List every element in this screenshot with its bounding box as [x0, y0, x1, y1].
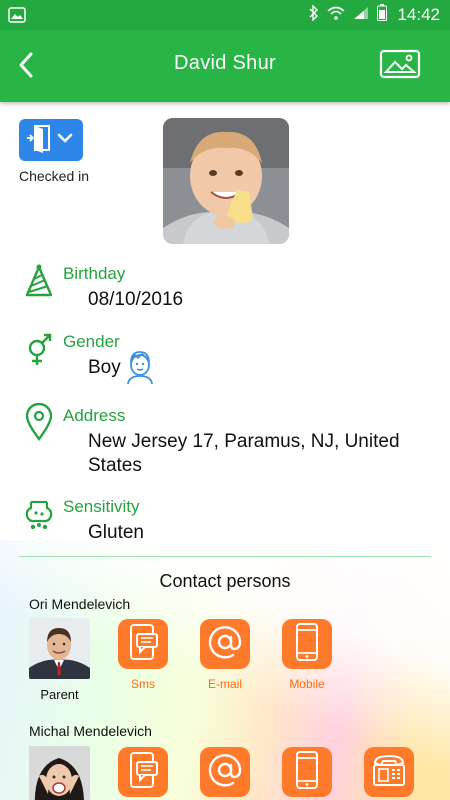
sms-icon: [126, 623, 160, 666]
contact-avatar[interactable]: [29, 746, 90, 800]
app-bar: David Shur: [0, 30, 450, 102]
wifi-icon: [327, 5, 345, 25]
contact-avatar[interactable]: [29, 618, 90, 679]
status-bar: 14:42: [0, 0, 450, 30]
status-time: 14:42: [397, 5, 440, 24]
boy-face-icon: [125, 349, 155, 385]
checkin-button[interactable]: [19, 119, 83, 161]
allergy-icon: [22, 494, 56, 530]
contact-name: Michal Mendelevich: [29, 723, 152, 739]
gender-icon: [22, 330, 56, 366]
sensitivity-label: Sensitivity: [63, 497, 140, 516]
child-photo[interactable]: [163, 118, 289, 244]
email-label: E-mail: [207, 677, 242, 691]
address-value-line2: States: [88, 455, 142, 476]
birthday-label: Birthday: [63, 264, 126, 283]
mobile-button[interactable]: [282, 619, 332, 669]
address-value-line1: New Jersey 17, Paramus, NJ, United: [88, 431, 400, 452]
email-icon: [207, 624, 243, 665]
party-hat-icon: [22, 263, 56, 299]
image-notification-icon: [8, 6, 26, 29]
email-icon: [207, 752, 243, 793]
sms-label: Sms: [131, 677, 155, 691]
gallery-icon[interactable]: [379, 49, 421, 81]
landline-icon: [371, 753, 407, 792]
battery-icon: [377, 4, 388, 26]
contacts-section-title: Contact persons: [159, 571, 291, 591]
checkin-status-label: Checked in: [19, 168, 90, 184]
sms-button[interactable]: [118, 747, 168, 797]
sms-icon: [126, 751, 160, 794]
bluetooth-icon: [309, 3, 319, 26]
sensitivity-value: Gluten: [88, 522, 144, 543]
contact-name: Ori Mendelevich: [29, 596, 131, 612]
mobile-button[interactable]: [282, 747, 332, 797]
signal-icon: [353, 5, 369, 25]
contact-role: Parent: [40, 687, 79, 702]
email-button[interactable]: [200, 747, 250, 797]
mobile-label: Mobile: [289, 677, 325, 691]
door-checkin-icon: [25, 123, 77, 158]
location-pin-icon: [22, 402, 56, 442]
birthday-value: 08/10/2016: [88, 289, 184, 310]
address-label: Address: [63, 406, 126, 425]
section-divider: [19, 556, 431, 557]
sms-button[interactable]: [118, 619, 168, 669]
gender-value: Boy: [88, 357, 121, 378]
mobile-icon: [294, 622, 320, 667]
email-button[interactable]: [200, 619, 250, 669]
landline-button[interactable]: [364, 747, 414, 797]
mobile-icon: [294, 750, 320, 795]
gender-label: Gender: [63, 332, 120, 351]
